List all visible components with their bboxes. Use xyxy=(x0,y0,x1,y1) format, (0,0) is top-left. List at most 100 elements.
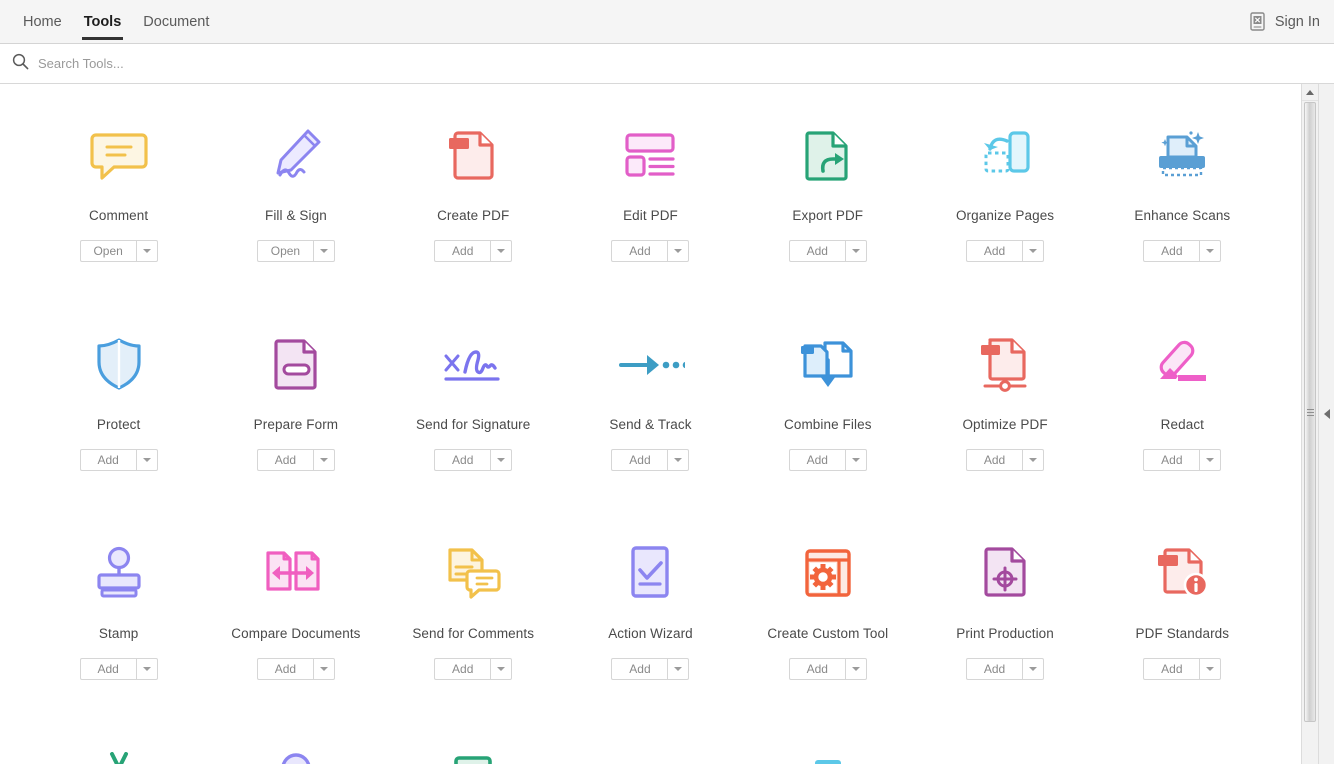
tool-card-partial-7[interactable] xyxy=(1094,739,1271,764)
tool-card-partial-6[interactable] xyxy=(916,739,1093,764)
tool-card-send-for-signature[interactable]: Send for Signature Add xyxy=(385,321,562,530)
tool-card-redact[interactable]: Redact Add xyxy=(1094,321,1271,530)
tool-action-dropdown[interactable] xyxy=(135,240,158,262)
tool-label: Send for Comments xyxy=(412,626,535,641)
signature-line-icon xyxy=(437,329,509,401)
tool-action-dropdown[interactable] xyxy=(312,449,335,471)
arrow-dots-icon xyxy=(614,329,686,401)
tool-action-dropdown[interactable] xyxy=(135,658,158,680)
tool-card-protect[interactable]: Protect Add xyxy=(30,321,207,530)
tool-card-create-pdf[interactable]: Create PDF Add xyxy=(385,112,562,321)
shield-icon xyxy=(83,329,155,401)
tool-card-partial-4[interactable] xyxy=(562,739,739,764)
tool-card-compare-documents[interactable]: Compare Documents Add xyxy=(207,530,384,739)
tool-action-button[interactable]: Add xyxy=(1143,658,1200,680)
tool-action-button[interactable]: Add xyxy=(788,658,845,680)
tool-action-button[interactable]: Open xyxy=(256,240,313,262)
tool-action-button[interactable]: Add xyxy=(79,658,136,680)
scanner-sparkle-icon xyxy=(1146,120,1218,192)
sign-in-button[interactable]: Sign In xyxy=(1275,14,1320,30)
tool-card-print-production[interactable]: Print Production Add xyxy=(916,530,1093,739)
tool-card-prepare-form[interactable]: Prepare Form Add xyxy=(207,321,384,530)
tool-label: Redact xyxy=(1160,417,1205,432)
tools-grid: Comment Open Fill & Sign Open Create PDF… xyxy=(0,84,1301,764)
tool-action-button[interactable]: Add xyxy=(256,658,313,680)
tool-action-dropdown[interactable] xyxy=(1022,449,1045,471)
tool-action-button[interactable]: Add xyxy=(611,658,668,680)
send-comments-icon xyxy=(437,538,509,610)
tool-action-dropdown[interactable] xyxy=(667,449,690,471)
menu-tab-home[interactable]: Home xyxy=(12,0,73,43)
search-input[interactable] xyxy=(38,56,458,71)
tool-card-fill-and-sign[interactable]: Fill & Sign Open xyxy=(207,112,384,321)
tool-card-partial-3[interactable] xyxy=(385,739,562,764)
tool-action-button[interactable]: Add xyxy=(434,449,491,471)
tool-action-dropdown[interactable] xyxy=(667,240,690,262)
tool-label: Organize Pages xyxy=(955,208,1055,223)
collapse-panel-arrow-icon xyxy=(1324,409,1330,419)
tool-card-organize-pages[interactable]: Organize Pages Add xyxy=(916,112,1093,321)
tool-card-enhance-scans[interactable]: Enhance Scans Add xyxy=(1094,112,1271,321)
tool-action-button[interactable]: Add xyxy=(1143,240,1200,262)
tool-card-send-and-track[interactable]: Send & Track Add xyxy=(562,321,739,530)
tool-action-group: Add xyxy=(79,658,158,680)
tool-action-dropdown[interactable] xyxy=(490,449,513,471)
tool-card-partial-2[interactable] xyxy=(207,739,384,764)
tool-action-dropdown[interactable] xyxy=(1199,449,1222,471)
tool-card-pdf-standards[interactable]: PDF Standards Add xyxy=(1094,530,1271,739)
tool-card-partial-5[interactable] xyxy=(739,739,916,764)
tool-action-group: Add xyxy=(788,658,867,680)
tool-action-group: Add xyxy=(788,240,867,262)
right-panel-collapse-strip[interactable] xyxy=(1318,84,1334,764)
tool-action-dropdown[interactable] xyxy=(844,658,867,680)
tool-action-dropdown[interactable] xyxy=(312,658,335,680)
scroll-thumb[interactable] xyxy=(1304,102,1316,722)
tool-label: Enhance Scans xyxy=(1134,208,1231,223)
tool-action-button[interactable]: Add xyxy=(611,240,668,262)
organize-pages-icon xyxy=(969,120,1041,192)
tool-action-dropdown[interactable] xyxy=(1199,658,1222,680)
tool-action-button[interactable]: Add xyxy=(966,449,1023,471)
scroll-up-arrow-icon[interactable] xyxy=(1302,84,1318,101)
tool-action-button[interactable]: Add xyxy=(611,449,668,471)
tool-card-partial-1[interactable] xyxy=(30,739,207,764)
stamp-icon xyxy=(83,538,155,610)
tool-action-dropdown[interactable] xyxy=(844,449,867,471)
tool-action-button[interactable]: Add xyxy=(434,658,491,680)
tool-action-dropdown[interactable] xyxy=(1022,658,1045,680)
tool-action-dropdown[interactable] xyxy=(1199,240,1222,262)
tool-action-button[interactable]: Add xyxy=(788,240,845,262)
tool-action-button[interactable]: Add xyxy=(256,449,313,471)
tool-card-export-pdf[interactable]: Export PDF Add xyxy=(739,112,916,321)
tool-card-action-wizard[interactable]: Action Wizard Add xyxy=(562,530,739,739)
tool-action-button[interactable]: Add xyxy=(966,240,1023,262)
tool-card-send-for-comments[interactable]: Send for Comments Add xyxy=(385,530,562,739)
mobile-device-icon[interactable] xyxy=(1249,12,1266,31)
tool-card-edit-pdf[interactable]: Edit PDF Add xyxy=(562,112,739,321)
tool-action-button[interactable]: Add xyxy=(434,240,491,262)
chevron-down-icon xyxy=(142,458,151,462)
tool-action-dropdown[interactable] xyxy=(844,240,867,262)
tool-action-dropdown[interactable] xyxy=(490,240,513,262)
tool-action-dropdown[interactable] xyxy=(135,449,158,471)
tool-action-button[interactable]: Add xyxy=(788,449,845,471)
tool-card-optimize-pdf[interactable]: Optimize PDF Add xyxy=(916,321,1093,530)
vertical-scrollbar[interactable] xyxy=(1301,84,1318,764)
tool-action-button[interactable]: Add xyxy=(966,658,1023,680)
menu-tab-tools[interactable]: Tools xyxy=(73,0,133,43)
tool-action-dropdown[interactable] xyxy=(667,658,690,680)
menu-tab-document[interactable]: Document xyxy=(132,0,220,43)
tool-action-button[interactable]: Open xyxy=(79,240,136,262)
tool-action-button[interactable]: Add xyxy=(1143,449,1200,471)
tool-action-dropdown[interactable] xyxy=(1022,240,1045,262)
tool-action-button[interactable]: Add xyxy=(79,449,136,471)
tool-action-dropdown[interactable] xyxy=(490,658,513,680)
tool-action-group: Add xyxy=(966,240,1045,262)
menu-tab-document-label: Document xyxy=(143,13,210,30)
tool-card-stamp[interactable]: Stamp Add xyxy=(30,530,207,739)
tool-label: Print Production xyxy=(956,626,1054,641)
tool-card-combine-files[interactable]: Combine Files Add xyxy=(739,321,916,530)
tool-card-comment[interactable]: Comment Open xyxy=(30,112,207,321)
tool-action-dropdown[interactable] xyxy=(312,240,335,262)
tool-card-create-custom-tool[interactable]: Create Custom Tool Add xyxy=(739,530,916,739)
